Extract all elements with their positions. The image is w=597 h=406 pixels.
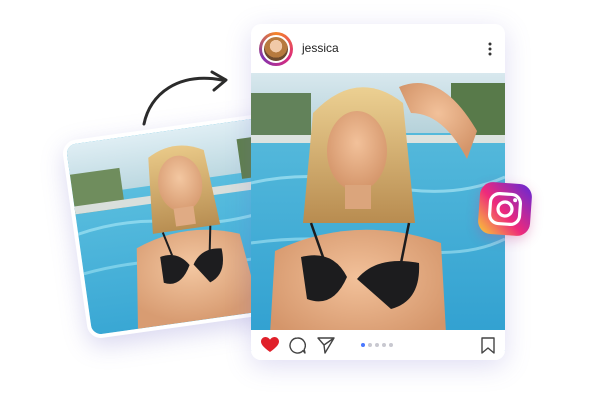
post-actions-bar bbox=[251, 330, 505, 360]
carousel-dot[interactable] bbox=[361, 343, 365, 347]
post-header: jessica bbox=[251, 24, 505, 72]
more-vertical-icon[interactable] bbox=[487, 42, 493, 56]
carousel-dot[interactable] bbox=[375, 343, 379, 347]
instagram-post-card: jessica bbox=[251, 24, 505, 360]
carousel-dot[interactable] bbox=[389, 343, 393, 347]
comment-icon[interactable] bbox=[289, 337, 306, 354]
avatar-image bbox=[262, 35, 290, 63]
carousel-dot[interactable] bbox=[382, 343, 386, 347]
post-username[interactable]: jessica bbox=[302, 41, 339, 55]
pool-photo-large bbox=[251, 73, 505, 351]
send-icon[interactable] bbox=[317, 336, 335, 354]
carousel-dot[interactable] bbox=[368, 343, 372, 347]
heart-icon[interactable] bbox=[261, 337, 279, 353]
bookmark-icon[interactable] bbox=[481, 337, 495, 354]
avatar[interactable] bbox=[259, 32, 293, 66]
post-image[interactable] bbox=[251, 73, 505, 351]
carousel-indicator bbox=[361, 343, 393, 347]
instagram-icon bbox=[477, 181, 533, 237]
